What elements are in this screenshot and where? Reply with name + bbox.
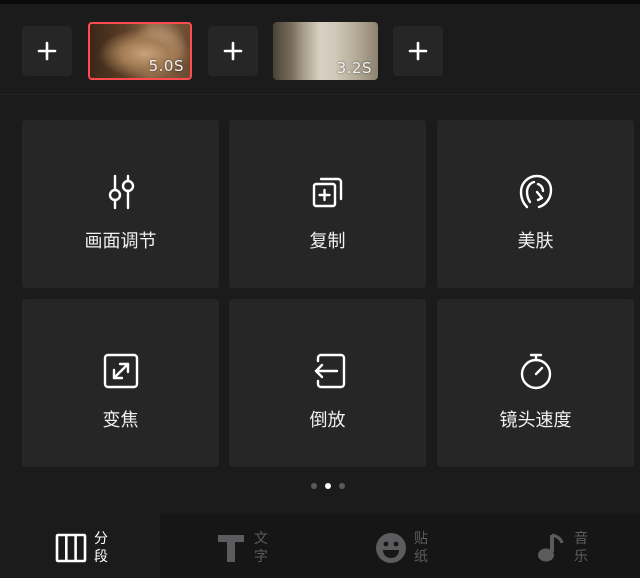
page-dot-active[interactable] [325,483,331,489]
add-clip-button-start[interactable] [22,26,72,76]
sticker-icon [375,532,407,564]
copy-icon [308,172,348,212]
video-clip-2[interactable]: 3.2S [273,22,378,80]
tool-label: 变焦 [102,410,139,431]
reverse-icon [308,351,348,391]
clip-timeline: 5.0S 3.2S [0,4,640,94]
nav-label: 贴纸 [414,531,428,565]
tool-label: 复制 [309,231,346,252]
video-clip-1[interactable]: 5.0S [88,22,192,80]
tool-copy[interactable]: 复制 [229,120,426,288]
nav-label: 文字 [254,531,268,565]
timeline-divider [0,94,640,95]
bottom-nav: 分段 文字 贴纸 音乐 [0,514,640,578]
music-icon [535,532,567,564]
tool-label: 画面调节 [84,231,157,252]
plus-icon [408,41,428,61]
tool-label: 美肤 [517,231,554,252]
page-indicator [0,483,640,491]
tool-picture-adjust[interactable]: 画面调节 [22,120,219,288]
tool-reverse[interactable]: 倒放 [229,299,426,467]
sliders-icon [101,172,141,212]
tool-label: 镜头速度 [499,410,572,431]
page-dot[interactable] [339,483,345,489]
clip-duration: 5.0S [148,57,184,75]
nav-text[interactable]: 文字 [160,514,320,578]
face-beauty-icon [516,172,556,212]
zoom-expand-icon [101,351,141,391]
add-clip-button-middle[interactable] [208,26,258,76]
clip-duration: 3.2S [336,59,372,77]
tool-beauty[interactable]: 美肤 [437,120,634,288]
segment-icon [55,532,87,564]
stopwatch-icon [516,351,556,391]
nav-label: 分段 [94,531,108,565]
plus-icon [223,41,243,61]
text-icon [215,532,247,564]
tool-zoom[interactable]: 变焦 [22,299,219,467]
nav-sticker[interactable]: 贴纸 [320,514,480,578]
plus-icon [37,41,57,61]
nav-music[interactable]: 音乐 [480,514,640,578]
tool-label: 倒放 [309,410,346,431]
nav-label: 音乐 [574,531,588,565]
add-clip-button-end[interactable] [393,26,443,76]
tool-speed[interactable]: 镜头速度 [437,299,634,467]
nav-segment[interactable]: 分段 [0,514,160,578]
page-dot[interactable] [311,483,317,489]
